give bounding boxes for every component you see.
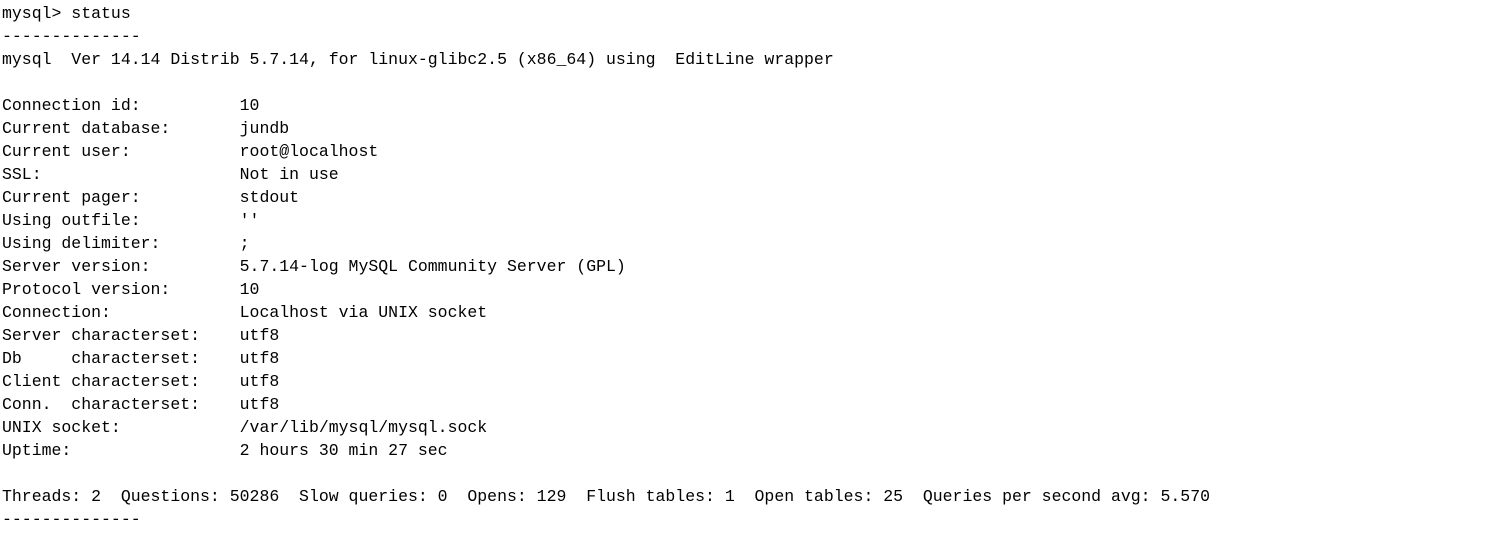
status-line-using-delimiter: Using delimiter: ;	[2, 234, 250, 253]
status-line-uptime: Uptime: 2 hours 30 min 27 sec	[2, 441, 448, 460]
status-line-db-characterset: Db characterset: utf8	[2, 349, 280, 368]
status-line-connection-id: Connection id: 10	[2, 96, 260, 115]
status-line-using-outfile: Using outfile: ''	[2, 211, 260, 230]
status-line-server-characterset: Server characterset: utf8	[2, 326, 280, 345]
status-line-ssl: SSL: Not in use	[2, 165, 339, 184]
terminal-output-area[interactable]: mysql> status -------------- mysql Ver 1…	[0, 0, 1508, 539]
status-line-current-database: Current database: jundb	[2, 119, 290, 138]
status-line-client-characterset: Client characterset: utf8	[2, 372, 280, 391]
status-line-current-pager: Current pager: stdout	[2, 188, 300, 207]
status-line-server-version: Server version: 5.7.14-log MySQL Communi…	[2, 257, 626, 276]
status-line-conn-characterset: Conn. characterset: utf8	[2, 395, 280, 414]
status-line-protocol-version: Protocol version: 10	[2, 280, 260, 299]
status-line-unix-socket: UNIX socket: /var/lib/mysql/mysql.sock	[2, 418, 488, 437]
status-line-current-user: Current user: root@localhost	[2, 142, 379, 161]
client-version-line: mysql Ver 14.14 Distrib 5.7.14, for linu…	[2, 50, 834, 69]
server-statistics-line: Threads: 2 Questions: 50286 Slow queries…	[2, 487, 1210, 506]
separator-top: --------------	[2, 27, 141, 46]
separator-bottom: --------------	[2, 510, 141, 529]
status-line-connection: Connection: Localhost via UNIX socket	[2, 303, 488, 322]
prompt-command-line: mysql> status	[2, 4, 131, 23]
